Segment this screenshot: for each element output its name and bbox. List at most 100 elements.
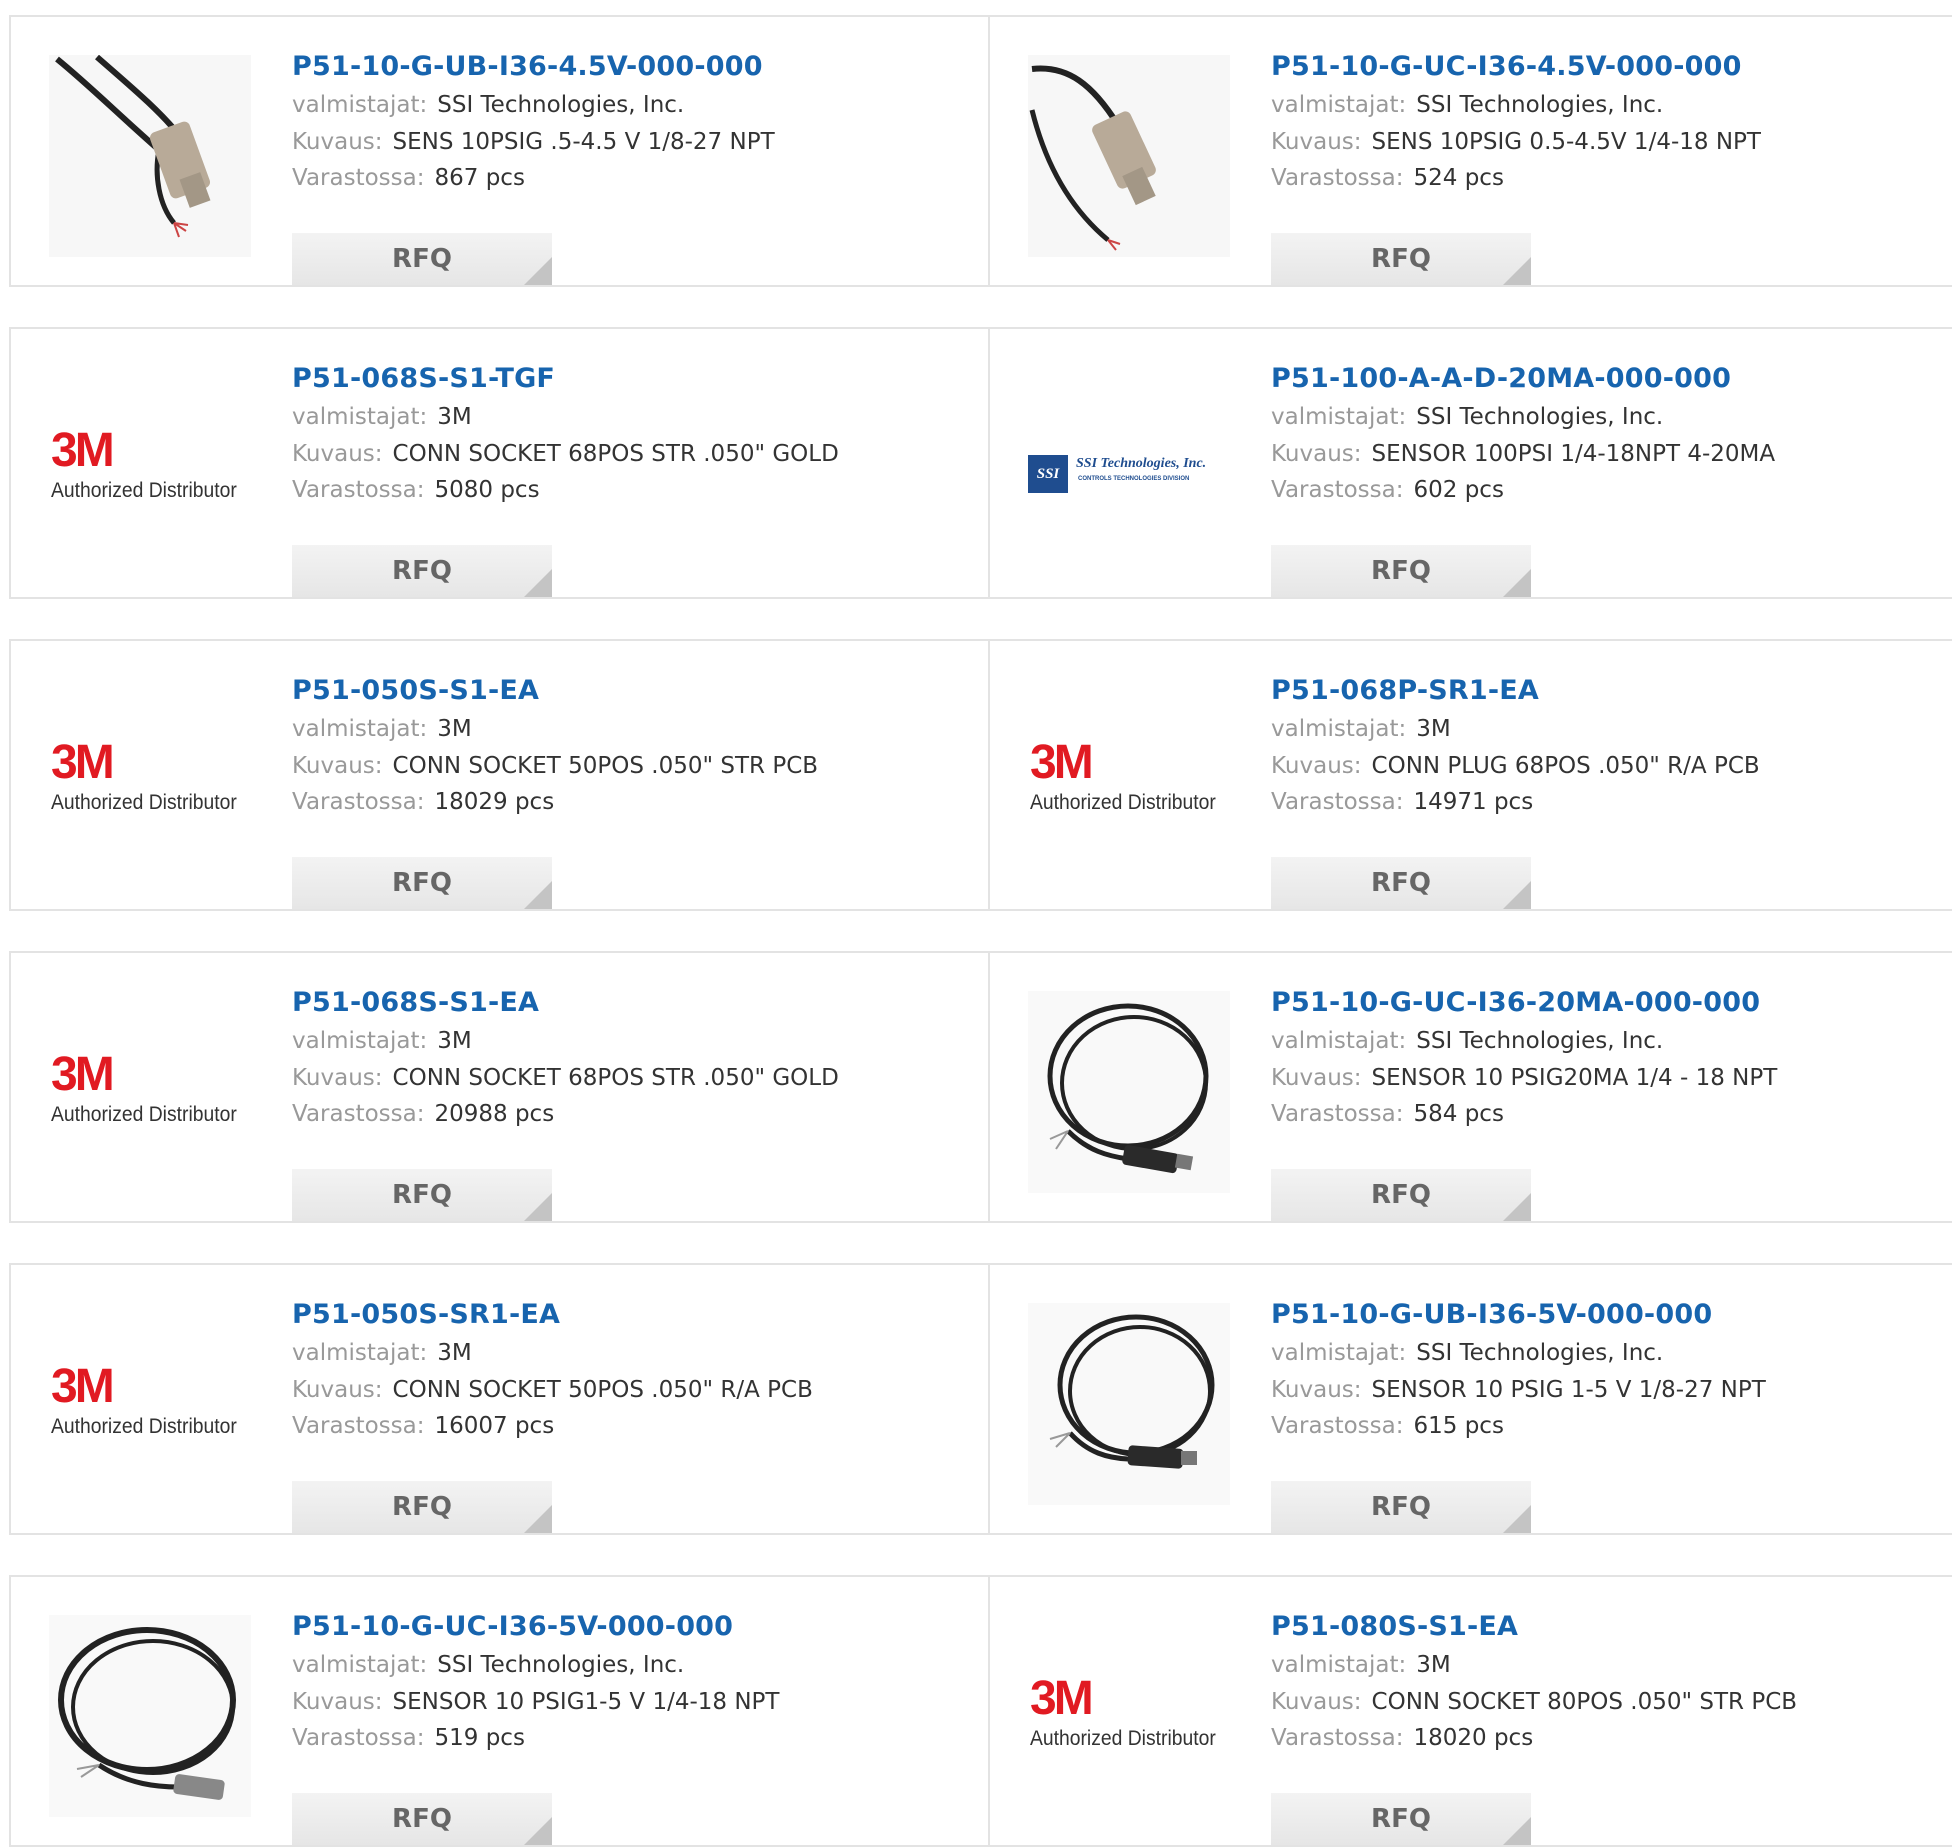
manufacturer-value: SSI Technologies, Inc.	[1416, 404, 1664, 430]
product-info: P51-050S-S1-EA valmistajat: 3M Kuvaus: CON…	[292, 671, 818, 909]
3m-logo-mark: 3M	[1030, 1672, 1094, 1725]
part-number-link[interactable]: P51-080S-S1-EA	[1271, 1607, 1797, 1647]
product-card: 3M Authorized Distributor P51-050S-SR1-E…	[11, 1265, 990, 1533]
manufacturer-line: valmistajat: 3M	[1271, 1647, 1797, 1684]
product-info: P51-10-G-UC-I36-4.5V-000-000 valmistajat…	[1271, 47, 1761, 285]
product-image[interactable]: 3M Authorized Distributor	[49, 367, 251, 569]
product-image[interactable]: 3M Authorized Distributor	[49, 991, 251, 1193]
part-number-link[interactable]: P51-068P-SR1-EA	[1271, 671, 1760, 711]
product-image[interactable]	[1028, 991, 1230, 1193]
product-row: 3M Authorized Distributor P51-068S-S1-TG…	[9, 327, 1952, 599]
rfq-button[interactable]: RFQ	[292, 545, 552, 597]
description-line: Kuvaus: CONN PLUG 68POS .050" R/A PCB	[1271, 748, 1760, 785]
rfq-button[interactable]: RFQ	[292, 233, 552, 285]
rfq-button[interactable]: RFQ	[292, 857, 552, 909]
description-label: Kuvaus:	[292, 440, 383, 467]
authorized-distributor-text: Authorized Distributor	[1030, 1727, 1216, 1750]
stock-value: 519 pcs	[434, 1725, 525, 1751]
product-image[interactable]	[1028, 1303, 1230, 1505]
stock-label: Varastossa:	[292, 1101, 425, 1127]
product-info: P51-10-G-UB-I36-4.5V-000-000 valmistajat…	[292, 47, 775, 285]
ssi-logo: SSI SSI Technologies, Inc. CONTROLS TECH…	[1028, 452, 1230, 497]
rfq-label: RFQ	[1371, 868, 1431, 898]
manufacturer-line: valmistajat: SSI Technologies, Inc.	[292, 1647, 779, 1684]
part-number-link[interactable]: P51-068S-S1-EA	[292, 983, 839, 1023]
product-card: SSI SSI Technologies, Inc. CONTROLS TECH…	[990, 329, 1952, 597]
part-number-link[interactable]: P51-050S-S1-EA	[292, 671, 818, 711]
stock-label: Varastossa:	[1271, 1101, 1404, 1127]
part-number-link[interactable]: P51-100-A-A-D-20MA-000-000	[1271, 359, 1775, 399]
rfq-label: RFQ	[392, 1180, 452, 1210]
rfq-button[interactable]: RFQ	[292, 1169, 552, 1221]
corner-triangle-icon	[1503, 1817, 1531, 1845]
stock-value: 16007 pcs	[434, 1413, 555, 1439]
rfq-button[interactable]: RFQ	[1271, 1481, 1531, 1533]
part-number-link[interactable]: P51-10-G-UC-I36-5V-000-000	[292, 1607, 779, 1647]
product-image[interactable]: 3M Authorized Distributor	[1028, 1615, 1230, 1817]
description-value: CONN SOCKET 68POS STR .050" GOLD	[392, 1064, 839, 1091]
part-number-link[interactable]: P51-050S-SR1-EA	[292, 1295, 813, 1335]
rfq-label: RFQ	[1371, 556, 1431, 586]
coiled-sensor-photo-icon	[1028, 1303, 1230, 1505]
rfq-button[interactable]: RFQ	[1271, 857, 1531, 909]
product-card: 3M Authorized Distributor P51-080S-S1-EA…	[990, 1577, 1952, 1845]
description-label: Kuvaus:	[292, 1064, 383, 1091]
rfq-label: RFQ	[392, 1492, 452, 1522]
stock-label: Varastossa:	[1271, 477, 1404, 503]
stock-line: Varastossa: 16007 pcs	[292, 1408, 813, 1445]
description-label: Kuvaus:	[1271, 1064, 1362, 1091]
ssi-logo-mark: SSI	[1028, 455, 1068, 493]
corner-triangle-icon	[524, 1817, 552, 1845]
description-value: SENS 10PSIG .5-4.5 V 1/8-27 NPT	[392, 128, 775, 155]
stock-value: 14971 pcs	[1413, 789, 1534, 815]
product-card: P51-10-G-UC-I36-20MA-000-000 valmistajat…	[990, 953, 1952, 1221]
ssi-logo-name: SSI Technologies, Inc.	[1076, 456, 1207, 471]
manufacturer-value: SSI Technologies, Inc.	[1416, 1028, 1664, 1054]
product-info: P51-100-A-A-D-20MA-000-000 valmistajat: S…	[1271, 359, 1775, 597]
description-label: Kuvaus:	[1271, 128, 1362, 155]
manufacturer-line: valmistajat: SSI Technologies, Inc.	[1271, 399, 1775, 436]
corner-triangle-icon	[1503, 881, 1531, 909]
manufacturer-value: 3M	[437, 1340, 472, 1366]
stock-label: Varastossa:	[1271, 1725, 1404, 1751]
rfq-button[interactable]: RFQ	[1271, 1793, 1531, 1845]
product-image[interactable]: 3M Authorized Distributor	[49, 679, 251, 881]
3m-logo-mark: 3M	[51, 424, 115, 477]
part-number-link[interactable]: P51-068S-S1-TGF	[292, 359, 839, 399]
description-value: CONN SOCKET 50POS .050" STR PCB	[392, 752, 819, 779]
manufacturer-line: valmistajat: SSI Technologies, Inc.	[1271, 1335, 1766, 1372]
part-number-link[interactable]: P51-10-G-UC-I36-20MA-000-000	[1271, 983, 1777, 1023]
part-number-link[interactable]: P51-10-G-UB-I36-5V-000-000	[1271, 1295, 1766, 1335]
description-line: Kuvaus: CONN SOCKET 50POS .050" STR PCB	[292, 748, 818, 785]
part-number-link[interactable]: P51-10-G-UC-I36-4.5V-000-000	[1271, 47, 1761, 87]
stock-value: 867 pcs	[434, 165, 525, 191]
rfq-button[interactable]: RFQ	[1271, 233, 1531, 285]
product-image[interactable]	[49, 55, 251, 257]
description-line: Kuvaus: SENSOR 10 PSIG 1-5 V 1/8-27 NPT	[1271, 1372, 1766, 1409]
rfq-label: RFQ	[392, 1804, 452, 1834]
product-row: 3M Authorized Distributor P51-050S-S1-EA…	[9, 639, 1952, 911]
product-image[interactable]	[1028, 55, 1230, 257]
description-value: SENSOR 10 PSIG 1-5 V 1/8-27 NPT	[1371, 1376, 1766, 1403]
rfq-button[interactable]: RFQ	[292, 1481, 552, 1533]
description-value: SENSOR 10 PSIG20MA 1/4 - 18 NPT	[1371, 1064, 1778, 1091]
rfq-button[interactable]: RFQ	[292, 1793, 552, 1845]
product-image[interactable]: SSI SSI Technologies, Inc. CONTROLS TECH…	[1028, 367, 1230, 569]
part-number-link[interactable]: P51-10-G-UB-I36-4.5V-000-000	[292, 47, 775, 87]
product-image[interactable]	[49, 1615, 251, 1817]
description-line: Kuvaus: CONN SOCKET 68POS STR .050" GOLD	[292, 436, 839, 473]
description-value: CONN SOCKET 50POS .050" R/A PCB	[392, 1376, 813, 1403]
product-info: P51-10-G-UB-I36-5V-000-000 valmistajat: S…	[1271, 1295, 1766, 1533]
manufacturer-line: valmistajat: 3M	[292, 399, 839, 436]
product-image[interactable]: 3M Authorized Distributor	[49, 1303, 251, 1505]
manufacturer-value: 3M	[437, 1028, 472, 1054]
rfq-label: RFQ	[1371, 244, 1431, 274]
rfq-button[interactable]: RFQ	[1271, 545, 1531, 597]
authorized-distributor-text: Authorized Distributor	[51, 479, 237, 502]
product-image[interactable]: 3M Authorized Distributor	[1028, 679, 1230, 881]
3m-logo: 3M Authorized Distributor	[49, 1051, 251, 1133]
product-info: P51-050S-SR1-EA valmistajat: 3M Kuvaus: CO…	[292, 1295, 813, 1533]
rfq-label: RFQ	[392, 244, 452, 274]
product-card: 3M Authorized Distributor P51-068S-S1-EA…	[11, 953, 990, 1221]
rfq-button[interactable]: RFQ	[1271, 1169, 1531, 1221]
